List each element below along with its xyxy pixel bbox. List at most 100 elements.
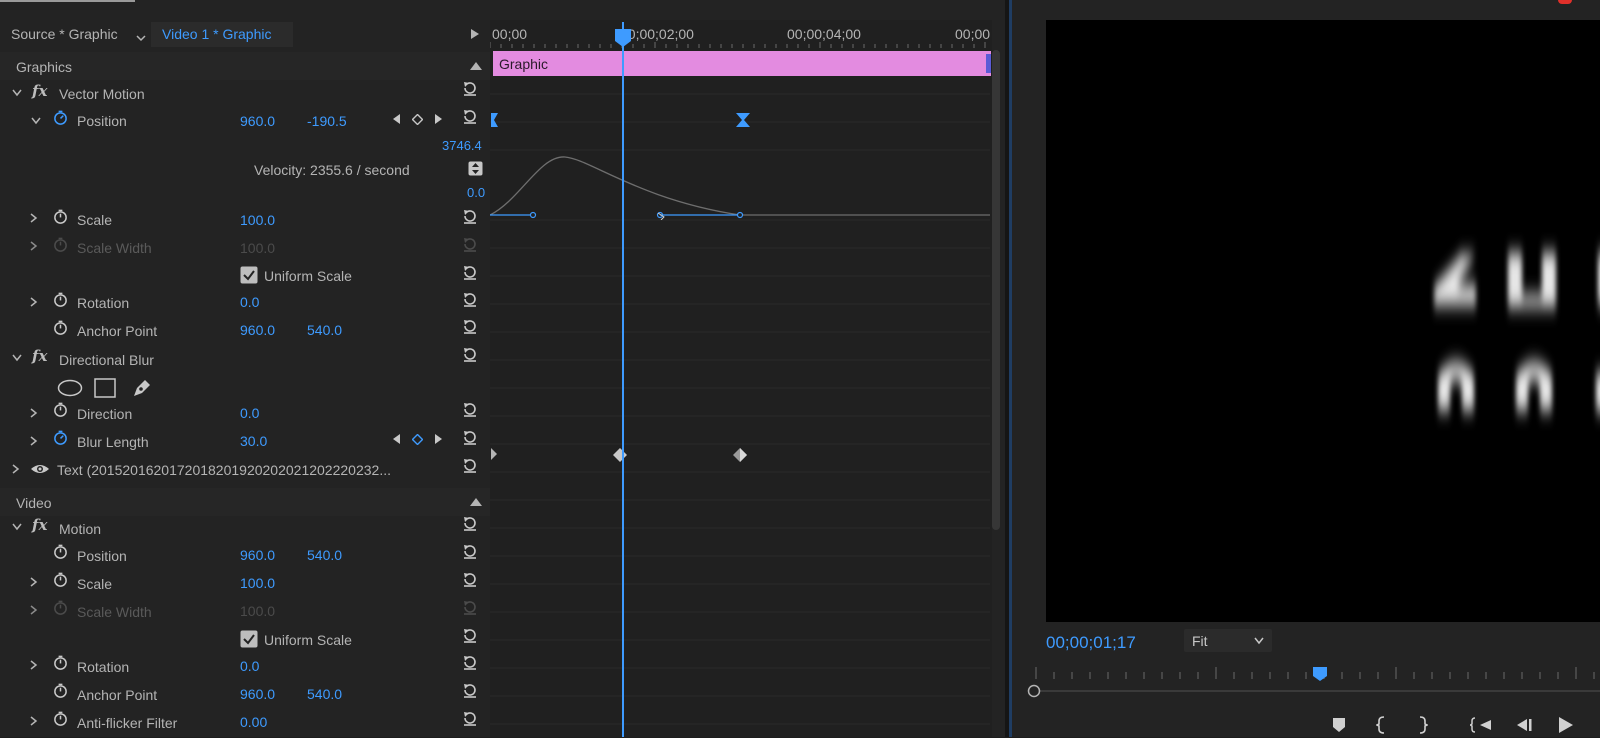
- fx-icon[interactable]: fx: [32, 516, 47, 534]
- m-scale-value[interactable]: 100.0: [240, 575, 275, 591]
- chevron-right-icon[interactable]: [30, 241, 38, 251]
- keyframe-arrow-icon[interactable]: [490, 447, 500, 461]
- step-back-icon[interactable]: [1514, 717, 1534, 733]
- chevron-right-icon[interactable]: [30, 213, 38, 223]
- reset-icon[interactable]: [462, 264, 478, 280]
- stopwatch-icon[interactable]: [53, 320, 68, 335]
- chevron-down-icon[interactable]: [136, 30, 146, 42]
- stopwatch-icon[interactable]: [53, 683, 68, 698]
- keyframe-diamond[interactable]: [732, 447, 748, 463]
- reset-icon[interactable]: [462, 515, 478, 531]
- fx-icon[interactable]: fx: [32, 347, 47, 365]
- reset-icon[interactable]: [462, 571, 478, 587]
- vm-anchor-x[interactable]: 960.0: [240, 322, 275, 338]
- reset-icon[interactable]: [462, 457, 478, 473]
- rectangle-mask-icon[interactable]: [94, 378, 116, 398]
- reset-icon[interactable]: [462, 429, 478, 445]
- playhead-handle[interactable]: [614, 28, 632, 48]
- chevron-right-icon[interactable]: [30, 297, 38, 307]
- reset-icon[interactable]: [462, 543, 478, 559]
- keyframe-diamond[interactable]: [612, 447, 628, 463]
- stopwatch-icon[interactable]: [53, 655, 68, 670]
- reset-icon[interactable]: [462, 654, 478, 670]
- reset-icon[interactable]: [462, 291, 478, 307]
- reset-icon[interactable]: [462, 80, 478, 96]
- reset-icon[interactable]: [462, 401, 478, 417]
- keyframe-bezier-marker[interactable]: [735, 112, 751, 128]
- chevron-down-icon[interactable]: [12, 89, 22, 97]
- pen-mask-icon[interactable]: [131, 377, 153, 399]
- reset-icon[interactable]: [462, 208, 478, 224]
- prev-keyframe-icon[interactable]: [392, 433, 400, 445]
- reset-icon[interactable]: [462, 346, 478, 362]
- zoom-handle[interactable]: [1027, 684, 1041, 698]
- time-ruler[interactable]: 00;00 00;00;02;00 00;00;04;00 00;00: [490, 20, 992, 48]
- mark-out-icon[interactable]: [1418, 716, 1428, 734]
- vm-anchor-y[interactable]: 540.0: [307, 322, 342, 338]
- play-triangle-icon[interactable]: [470, 27, 480, 39]
- db-direction-value[interactable]: 0.0: [240, 405, 259, 421]
- db-blur-length-value[interactable]: 30.0: [240, 433, 267, 449]
- tab-video-graphic[interactable]: Video 1 * Graphic: [151, 22, 293, 47]
- vm-rotation-value[interactable]: 0.0: [240, 294, 259, 310]
- add-keyframe-icon-active[interactable]: [412, 434, 423, 445]
- vector-motion-row[interactable]: fx Vector Motion: [0, 80, 490, 108]
- chevron-right-icon[interactable]: [30, 660, 38, 670]
- m-anchor-y[interactable]: 540.0: [307, 686, 342, 702]
- velocity-graph[interactable]: [490, 140, 990, 220]
- add-keyframe-icon[interactable]: [412, 114, 423, 125]
- clip-out-handle[interactable]: [986, 54, 991, 73]
- chevron-down-icon[interactable]: [12, 523, 22, 531]
- graphic-clip-bar[interactable]: Graphic: [493, 51, 991, 76]
- add-marker-icon[interactable]: [1332, 717, 1346, 733]
- stopwatch-icon[interactable]: [53, 402, 68, 417]
- chevron-right-icon[interactable]: [30, 605, 38, 615]
- monitor-timecode[interactable]: 00;00;01;17: [1046, 633, 1136, 653]
- vm-position-y[interactable]: -190.5: [307, 113, 347, 129]
- go-to-in-icon[interactable]: [1470, 717, 1492, 733]
- next-keyframe-icon[interactable]: [435, 113, 443, 125]
- m-rotation-value[interactable]: 0.0: [240, 658, 259, 674]
- monitor-zoom-track[interactable]: [1034, 690, 1600, 692]
- chevron-right-icon[interactable]: [12, 464, 20, 474]
- chevron-down-icon[interactable]: [12, 354, 22, 362]
- chevron-right-icon[interactable]: [30, 577, 38, 587]
- eye-icon[interactable]: [30, 462, 50, 476]
- chevron-right-icon[interactable]: [30, 408, 38, 418]
- reset-icon[interactable]: [462, 627, 478, 643]
- monitor-playhead[interactable]: [1312, 666, 1328, 682]
- collapse-up-icon[interactable]: [470, 498, 482, 506]
- play-icon[interactable]: [1558, 716, 1574, 734]
- reset-icon[interactable]: [462, 108, 478, 124]
- effect-controls-timeline[interactable]: 00;00 00;00;02;00 00;00;04;00 00;00 Grap…: [490, 20, 992, 737]
- reset-icon[interactable]: [462, 710, 478, 726]
- uniform-scale-checkbox[interactable]: [240, 630, 258, 648]
- stopwatch-icon[interactable]: [53, 544, 68, 559]
- stopwatch-icon-active[interactable]: [53, 430, 68, 445]
- chevron-right-icon[interactable]: [30, 716, 38, 726]
- reset-icon[interactable]: [462, 682, 478, 698]
- graph-scale-icon[interactable]: [468, 161, 483, 176]
- video-preview[interactable]: [1046, 20, 1600, 622]
- keyframe-in-marker[interactable]: [490, 112, 500, 128]
- stopwatch-icon[interactable]: [53, 209, 68, 224]
- next-keyframe-icon[interactable]: [435, 433, 443, 445]
- m-position-x[interactable]: 960.0: [240, 547, 275, 563]
- stopwatch-icon-active[interactable]: [53, 110, 68, 125]
- vm-position-x[interactable]: 960.0: [240, 113, 275, 129]
- tab-source[interactable]: Source * Graphic: [11, 26, 118, 42]
- m-anchor-x[interactable]: 960.0: [240, 686, 275, 702]
- directional-blur-row[interactable]: fx Directional Blur: [0, 346, 490, 374]
- motion-row[interactable]: fx Motion: [0, 514, 490, 542]
- video-section-header[interactable]: Video: [0, 488, 490, 516]
- fx-icon[interactable]: fx: [32, 82, 47, 100]
- chevron-right-icon[interactable]: [30, 436, 38, 446]
- mark-in-icon[interactable]: [1376, 716, 1386, 734]
- m-anti-flicker-value[interactable]: 0.00: [240, 714, 267, 730]
- chevron-down-icon[interactable]: [31, 117, 41, 125]
- text-layer-row[interactable]: Text (2015201620172018201920202021202220…: [0, 457, 490, 485]
- reset-icon[interactable]: [462, 318, 478, 334]
- stopwatch-icon[interactable]: [53, 572, 68, 587]
- ec-scrollbar[interactable]: [992, 50, 1000, 530]
- ellipse-mask-icon[interactable]: [57, 379, 83, 397]
